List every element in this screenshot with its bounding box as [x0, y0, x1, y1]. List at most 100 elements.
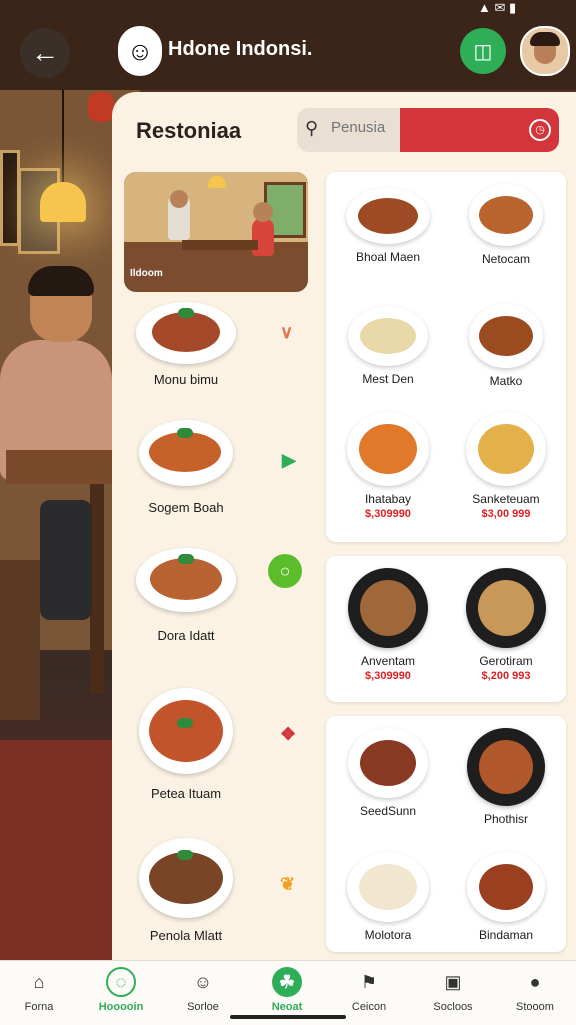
price-label: $,309990	[365, 670, 411, 682]
hero-image[interactable]: Ildoom	[124, 172, 308, 292]
dish-name: Bhoal Maen	[355, 250, 421, 264]
nav-label: Hooooin	[98, 1001, 144, 1013]
dish-food	[479, 740, 533, 794]
dish-bowl	[348, 568, 428, 648]
dish-name: Gerotiram	[479, 654, 533, 668]
price-label: $,309990	[365, 508, 411, 520]
clock-icon[interactable]: ◷	[529, 119, 551, 141]
dish-plate	[136, 302, 236, 364]
nav-label: Ceicon	[351, 1001, 387, 1013]
garnish-leaf	[178, 554, 194, 564]
app-title: Hdone Indonsi.	[168, 38, 313, 60]
dish-card[interactable]: Monu bimu	[126, 302, 246, 387]
nav-item-ceicon[interactable]: ⚑ Ceicon	[334, 967, 404, 1013]
dish-food	[359, 424, 417, 474]
restaurant-panel: Restoniaa ⚲ ◷ Ildoom Monu bimu ∨ Sogem B…	[112, 92, 576, 960]
dish-food	[152, 312, 220, 352]
dish-name: Bindaman	[478, 928, 534, 942]
table-top	[6, 450, 112, 484]
menu-item[interactable]: SeedSunn	[330, 728, 446, 818]
side-mark-icon: ❖	[280, 724, 297, 744]
chat-icon: ◌	[106, 967, 136, 997]
app-logo: ☺	[118, 26, 162, 76]
dish-food	[150, 558, 222, 600]
dish-plate	[348, 306, 428, 366]
dish-bowl	[466, 568, 546, 648]
table-leg	[90, 484, 104, 694]
menu-item[interactable]: Bhoal Maen	[330, 188, 446, 264]
dish-name: SeedSunn	[359, 804, 417, 818]
garnish-leaf	[178, 308, 194, 318]
nav-label: Forna	[24, 1001, 54, 1013]
hero-table	[182, 240, 258, 250]
menu-item[interactable]: Sanketeuam $3,00 999	[448, 412, 564, 520]
menu-item[interactable]: Gerotiram $,200 993	[448, 568, 564, 682]
nav-item-sorloe[interactable]: ☺ Sorloe	[168, 967, 238, 1013]
notebook-button[interactable]: ◫	[460, 28, 506, 74]
dish-food	[479, 864, 533, 910]
dish-name: Netocam	[481, 252, 531, 266]
menu-item[interactable]: Anventam $,309990	[330, 568, 446, 682]
nav-item-stooom[interactable]: ● Stooom	[500, 967, 570, 1013]
back-button[interactable]: ←	[20, 28, 70, 78]
dish-card[interactable]: Sogem Boah	[126, 420, 246, 515]
nav-item-socloos[interactable]: ▣ Socloos	[418, 967, 488, 1013]
hero-label: Ildoom	[130, 268, 163, 279]
avatar[interactable]	[520, 26, 570, 76]
dish-food	[360, 318, 416, 354]
garnish-leaf	[177, 428, 193, 438]
lamp-cord	[62, 90, 64, 182]
dish-card[interactable]: Petea Ituam	[126, 688, 246, 801]
panel-title: Restoniaa	[136, 118, 242, 143]
nav-label: Sorloe	[187, 1001, 219, 1013]
dish-food	[360, 580, 416, 636]
menu-item[interactable]: Netocam	[448, 184, 564, 266]
dish-card[interactable]: Dora Idatt	[126, 548, 246, 643]
menu-item[interactable]: Matko	[448, 304, 564, 388]
dish-plate	[139, 688, 233, 774]
store-icon: ⚑	[360, 972, 378, 992]
dish-name: Anventam	[360, 654, 416, 668]
nav-item-forna[interactable]: ⌂ Forna	[4, 967, 74, 1013]
chair	[0, 560, 40, 720]
menu-card: Anventam $,309990 Gerotiram $,200 993	[326, 556, 566, 702]
menu-item[interactable]: Phothisr	[448, 728, 564, 826]
menu-item[interactable]: Ihatabay $,309990	[330, 412, 446, 520]
side-mark-icon: ▶	[282, 450, 296, 470]
menu-item[interactable]: Molotora	[330, 852, 446, 942]
nav-label: Neoat	[271, 1001, 303, 1013]
garnish-leaf	[177, 718, 193, 728]
dish-food	[360, 740, 416, 786]
dish-food	[358, 198, 418, 234]
dish-plate	[346, 188, 430, 244]
nav-label: Socloos	[433, 1001, 473, 1013]
dish-plate	[469, 184, 543, 246]
hero-person-body	[252, 218, 274, 256]
dish-plate	[469, 304, 543, 368]
price-label: $3,00 999	[481, 508, 531, 520]
search-input[interactable]	[329, 118, 403, 137]
menu-item[interactable]: Mest Den	[330, 306, 446, 386]
dish-name: Penola Mlatt	[149, 928, 223, 943]
dish-food	[478, 580, 534, 636]
dish-food	[479, 316, 533, 356]
search-icon: ⚲	[305, 118, 319, 138]
dish-plate	[136, 548, 236, 612]
side-mark-icon[interactable]: ○	[268, 554, 302, 588]
dish-plate	[139, 420, 233, 486]
dish-plate	[139, 838, 233, 918]
status-bar-icons: ▲ ✉ ▮	[478, 0, 517, 15]
nav-item-hooooin[interactable]: ◌ Hooooin	[86, 967, 156, 1013]
nav-label: Stooom	[516, 1001, 554, 1013]
nav-item-neoat[interactable]: ☘ Neoat	[252, 967, 322, 1013]
dish-name: Dora Idatt	[157, 628, 215, 643]
search-bar[interactable]: ⚲ ◷	[297, 108, 559, 152]
diner-figure-hair	[28, 266, 94, 296]
home-indicator[interactable]	[230, 1015, 346, 1019]
menu-item[interactable]: Bindaman	[448, 852, 564, 942]
notebook-icon: ◫	[473, 40, 493, 63]
wall-picture-frame	[0, 150, 20, 246]
dish-card[interactable]: Penola Mlatt	[126, 838, 246, 943]
dish-name: Molotora	[364, 928, 412, 942]
menu-card: Bhoal Maen Netocam Mest Den Matko Ihatab…	[326, 172, 566, 542]
